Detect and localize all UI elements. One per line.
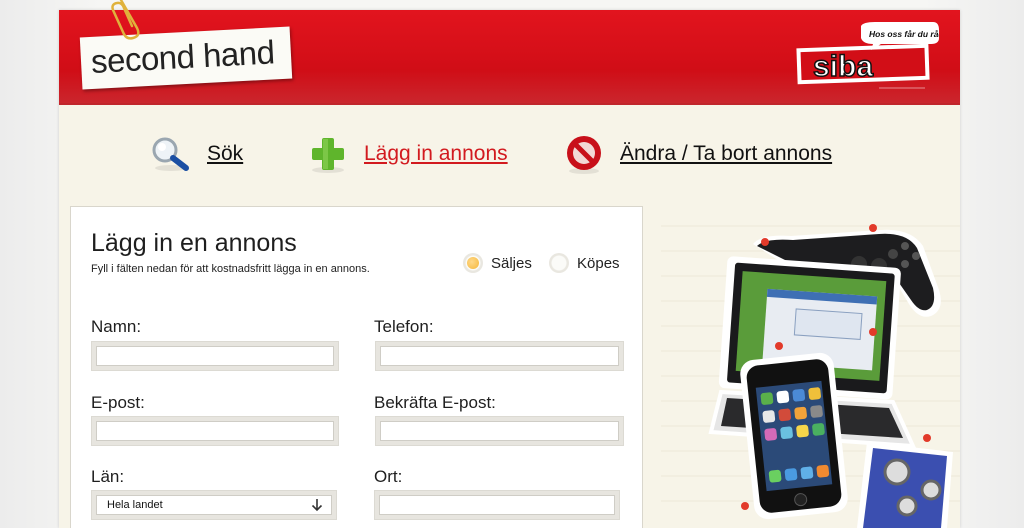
- radio-buying-dot: [549, 253, 569, 273]
- arrow-down-icon: [311, 499, 323, 512]
- smartphone-image: [740, 352, 848, 520]
- header: second hand siba Hos oss får du råd: [59, 0, 960, 105]
- radio-selling-dot: [463, 253, 483, 273]
- confirm-email-label: Bekräfta E-post:: [374, 393, 496, 412]
- name-label: Namn:: [91, 317, 142, 336]
- radio-selling[interactable]: Säljes: [463, 253, 532, 273]
- plus-icon: [312, 138, 344, 173]
- email-input[interactable]: [96, 421, 334, 441]
- form-subtitle: Fyll i fälten nedan för att kostnadsfrit…: [91, 263, 370, 275]
- nav-search[interactable]: Sök: [149, 134, 243, 174]
- nav-add-ad[interactable]: Lägg in annons: [306, 134, 508, 174]
- email-field-frame: [91, 416, 339, 446]
- phone-field-frame: [375, 341, 624, 371]
- city-label: Ort:: [374, 467, 403, 486]
- county-select[interactable]: Hela landet: [96, 495, 332, 515]
- nav-edit-remove-ad[interactable]: Ändra / Ta bort annons: [562, 134, 832, 174]
- confirm-email-input[interactable]: [380, 421, 619, 441]
- brand-slogan: Hos oss får du råd: [869, 29, 939, 39]
- no-entry-icon: [567, 136, 601, 174]
- name-field-frame: [91, 341, 339, 371]
- county-label: Län:: [91, 467, 125, 486]
- radio-selling-label: Säljes: [491, 254, 532, 272]
- name-input[interactable]: [96, 346, 334, 366]
- nav-add-ad-label: Lägg in annons: [364, 142, 508, 165]
- radio-buying[interactable]: Köpes: [549, 253, 620, 273]
- nav-edit-remove-ad-label: Ändra / Ta bort annons: [620, 142, 833, 165]
- product-collage-image: [661, 224, 960, 528]
- city-input[interactable]: [379, 495, 615, 515]
- form-title: Lägg in en annons: [91, 229, 297, 257]
- brand-text: siba: [813, 50, 873, 83]
- paperclip-icon: [111, 0, 140, 40]
- page: second hand siba Hos oss får du råd Sök: [59, 0, 960, 528]
- phone-input[interactable]: [380, 346, 619, 366]
- confirm-email-field-frame: [375, 416, 624, 446]
- main-nav: Sök Lägg in annons Ändra / Ta bort annon…: [59, 106, 960, 198]
- email-label: E-post:: [91, 393, 145, 412]
- radio-buying-label: Köpes: [577, 254, 620, 272]
- county-select-value: Hela landet: [107, 499, 163, 511]
- audio-device-image: [857, 442, 953, 528]
- search-icon: [152, 137, 189, 171]
- county-select-frame: Hela landet: [91, 490, 337, 520]
- siba-logo[interactable]: siba Hos oss får du råd: [795, 20, 939, 96]
- city-field-frame: [374, 490, 620, 520]
- ad-form: Lägg in en annons Fyll i fälten nedan fö…: [70, 206, 643, 528]
- phone-label: Telefon:: [374, 317, 434, 336]
- nav-search-label: Sök: [207, 142, 244, 165]
